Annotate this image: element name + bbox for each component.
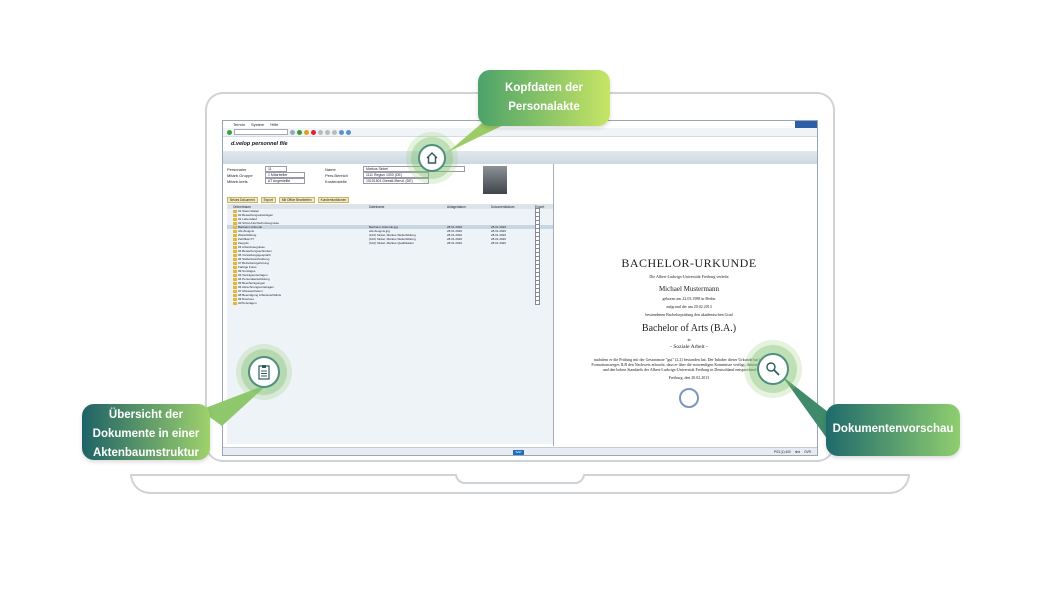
magnifier-halo [744, 340, 802, 398]
clipboard-halo [236, 344, 292, 400]
home-icon[interactable] [418, 144, 446, 172]
home-halo [406, 132, 458, 184]
callout-tree-overview: Übersicht der Dokumente in einer Aktenba… [82, 404, 210, 460]
clipboard-icon[interactable] [248, 356, 280, 388]
callout-header-data: Kopfdaten der Personalakte [478, 70, 610, 126]
magnifier-icon[interactable] [757, 353, 789, 385]
callout-preview: Dokumentenvorschau [826, 404, 960, 456]
